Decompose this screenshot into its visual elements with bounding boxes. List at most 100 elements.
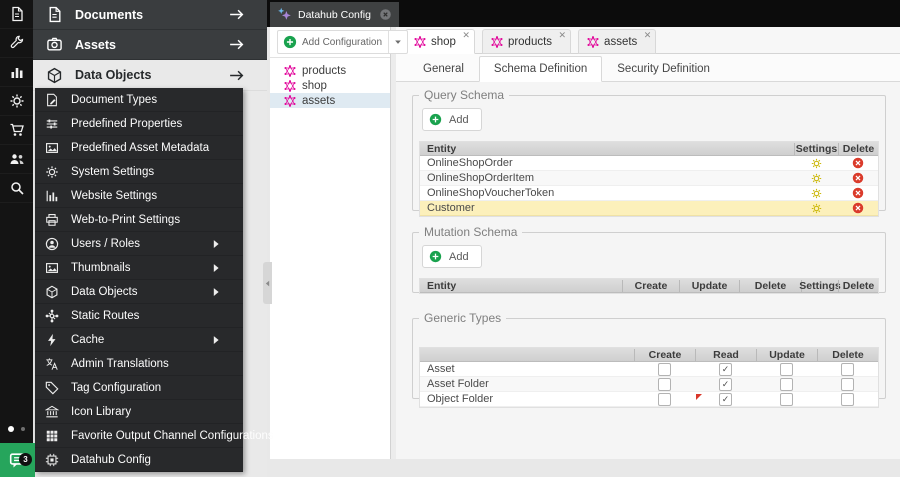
tab-security-definition[interactable]: Security Definition (602, 56, 725, 82)
update-checkbox[interactable] (780, 362, 793, 376)
read-checkbox[interactable] (719, 377, 732, 391)
table-row-selected[interactable]: Customer (420, 201, 878, 216)
ecommerce-strip-button[interactable] (0, 116, 33, 145)
column-delete-action[interactable]: Delete (838, 279, 878, 292)
menu-item-document-types[interactable]: Document Types (35, 88, 243, 112)
accordion-documents[interactable]: Documents (33, 0, 267, 30)
tab-datahub-config[interactable]: Datahub Config (270, 2, 399, 27)
create-checkbox[interactable] (658, 377, 671, 391)
menu-item-system-settings[interactable]: System Settings (35, 160, 243, 184)
dirty-cell (695, 392, 756, 406)
tab-general[interactable]: General (408, 56, 479, 82)
settings-gear-icon[interactable] (811, 203, 822, 214)
column-delete[interactable]: Delete (838, 142, 878, 155)
close-icon[interactable]: ✕ (644, 31, 652, 40)
add-configuration-button[interactable]: Add Configuration (277, 30, 409, 54)
update-checkbox[interactable] (780, 377, 793, 391)
column-delete[interactable]: Delete (739, 279, 801, 292)
tab-shop[interactable]: shop ✕ (405, 29, 475, 54)
grid-icon (45, 429, 59, 443)
graphql-icon (284, 94, 296, 107)
graphql-icon (587, 35, 599, 48)
table-row[interactable]: OnlineShopOrderItem (420, 171, 878, 186)
camera-icon (46, 36, 63, 53)
sidebar-collapse-handle[interactable] (263, 262, 272, 304)
dot-inactive[interactable] (21, 427, 25, 431)
tab-schema-definition[interactable]: Schema Definition (478, 56, 603, 82)
menu-item-cache[interactable]: Cache (35, 328, 243, 352)
delete-checkbox[interactable] (841, 362, 854, 376)
column-delete[interactable]: Delete (817, 348, 878, 361)
mutation-schema-grid: Entity Create Update Delete Settings Del… (419, 278, 879, 294)
arrow-right-icon (228, 67, 245, 84)
menu-item-tag-configuration[interactable]: Tag Configuration (35, 376, 243, 400)
tab-assets[interactable]: assets ✕ (578, 29, 657, 54)
settings-gear-icon[interactable] (811, 158, 822, 169)
menu-item-predefined-asset-metadata[interactable]: Predefined Asset Metadata (35, 136, 243, 160)
table-row[interactable]: OnlineShopVoucherToken (420, 186, 878, 201)
column-settings[interactable]: Settings (799, 279, 841, 292)
add-configuration-dropdown[interactable] (388, 31, 407, 53)
menu-item-web-to-print[interactable]: Web-to-Print Settings (35, 208, 243, 232)
menu-item-icon-library[interactable]: Icon Library (35, 400, 243, 424)
column-entity[interactable]: Entity (420, 280, 622, 292)
column-create[interactable]: Create (622, 279, 679, 292)
notification-badge: 3 (19, 453, 32, 466)
close-icon[interactable]: ✕ (462, 31, 470, 40)
dot-active[interactable] (8, 426, 14, 432)
settings-gear-icon[interactable] (811, 188, 822, 199)
plus-icon (429, 113, 442, 126)
users-strip-button[interactable] (0, 145, 33, 174)
settings-gear-icon[interactable] (811, 173, 822, 184)
close-icon[interactable] (379, 8, 392, 21)
menu-item-favorite-output-channels[interactable]: Favorite Output Channel Configurations (35, 424, 274, 448)
reports-strip-button[interactable] (0, 58, 33, 87)
mutation-add-button[interactable]: Add (422, 245, 482, 268)
delete-icon[interactable] (852, 172, 864, 184)
accordion-data-objects[interactable]: Data Objects (33, 60, 267, 91)
tab-products[interactable]: products ✕ (481, 29, 572, 54)
notifications-button[interactable]: 3 (0, 443, 35, 477)
menu-item-admin-translations[interactable]: Admin Translations (35, 352, 243, 376)
menu-item-data-objects[interactable]: Data Objects (35, 280, 243, 304)
settings-strip-button[interactable] (0, 87, 33, 116)
column-entity[interactable]: Entity (420, 143, 794, 155)
cube-icon (46, 67, 63, 84)
delete-icon[interactable] (852, 157, 864, 169)
table-row[interactable]: OnlineShopOrder (420, 156, 878, 171)
caret-down-icon (393, 37, 403, 47)
query-schema-legend: Query Schema (424, 88, 505, 102)
menu-item-users-roles[interactable]: Users / Roles (35, 232, 243, 256)
documents-strip-button[interactable] (0, 0, 33, 29)
delete-icon[interactable] (852, 202, 864, 214)
read-checkbox[interactable] (719, 392, 732, 406)
column-update[interactable]: Update (756, 348, 817, 361)
create-checkbox[interactable] (658, 392, 671, 406)
delete-icon[interactable] (852, 187, 864, 199)
tree-item-assets[interactable]: assets (270, 93, 390, 108)
settings-flyout-menu: Document Types Predefined Properties Pre… (35, 88, 274, 472)
menu-item-static-routes[interactable]: Static Routes (35, 304, 243, 328)
tree-item-shop[interactable]: shop (270, 78, 390, 93)
tools-strip-button[interactable] (0, 29, 33, 58)
column-read[interactable]: Read (695, 348, 756, 361)
menu-item-predefined-properties[interactable]: Predefined Properties (35, 112, 243, 136)
column-create[interactable]: Create (634, 348, 695, 361)
search-strip-button[interactable] (0, 174, 33, 203)
menu-item-thumbnails[interactable]: Thumbnails (35, 256, 243, 280)
create-checkbox[interactable] (658, 362, 671, 376)
tree-item-products[interactable]: products (270, 63, 390, 78)
tag-icon (45, 381, 59, 395)
accordion-assets[interactable]: Assets (33, 30, 267, 60)
workspace-tab-label: Datahub Config (298, 8, 371, 21)
query-add-button[interactable]: Add (422, 108, 482, 131)
close-icon[interactable]: ✕ (559, 31, 567, 40)
column-update[interactable]: Update (679, 279, 739, 292)
column-settings[interactable]: Settings (794, 142, 838, 155)
read-checkbox[interactable] (719, 362, 732, 376)
delete-checkbox[interactable] (841, 392, 854, 406)
update-checkbox[interactable] (780, 392, 793, 406)
menu-item-datahub-config[interactable]: Datahub Config (35, 448, 243, 472)
delete-checkbox[interactable] (841, 377, 854, 391)
menu-item-website-settings[interactable]: Website Settings (35, 184, 243, 208)
